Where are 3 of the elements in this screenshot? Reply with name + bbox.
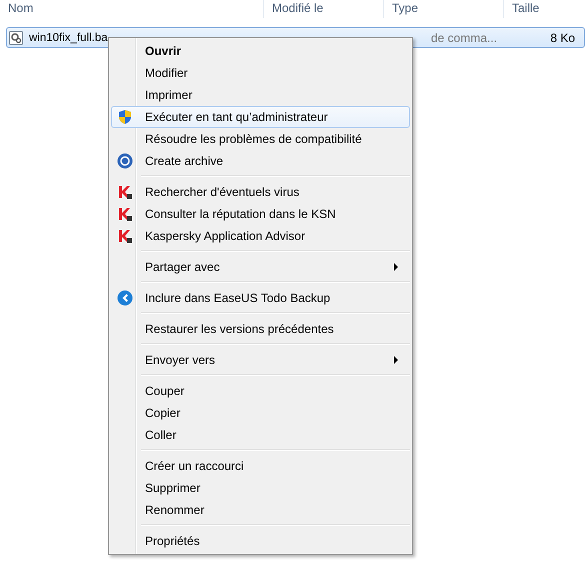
file-name: win10fix_full.ba bbox=[29, 32, 108, 44]
file-type: de comma... bbox=[431, 30, 498, 44]
file-size: 8 Ko bbox=[549, 30, 575, 44]
